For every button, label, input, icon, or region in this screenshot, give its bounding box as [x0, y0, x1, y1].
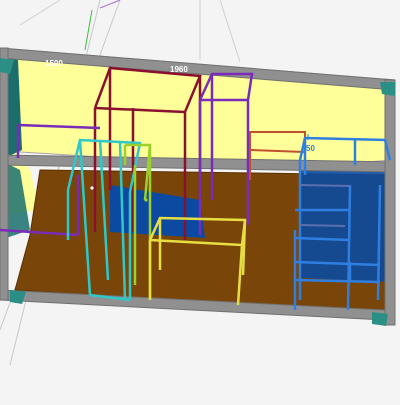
marker-dot [144, 198, 147, 201]
guide-line [220, 0, 240, 62]
marker-dot [90, 186, 93, 189]
left-post [0, 48, 8, 300]
right-post [385, 80, 395, 325]
corner-block [372, 312, 388, 326]
dimension-label-height-right: 50 [306, 144, 315, 153]
dimension-label-width-middle: 1960 [170, 65, 188, 74]
guide-line [20, 0, 60, 25]
green-axis [85, 10, 92, 50]
container-model-scene: 1500 1960 50 [0, 0, 400, 400]
corner-block [10, 290, 26, 304]
dimension-label-width-left: 1500 [45, 59, 63, 68]
corner-block [380, 82, 395, 96]
3d-model-viewport[interactable]: 1500 1960 50 [0, 0, 400, 400]
